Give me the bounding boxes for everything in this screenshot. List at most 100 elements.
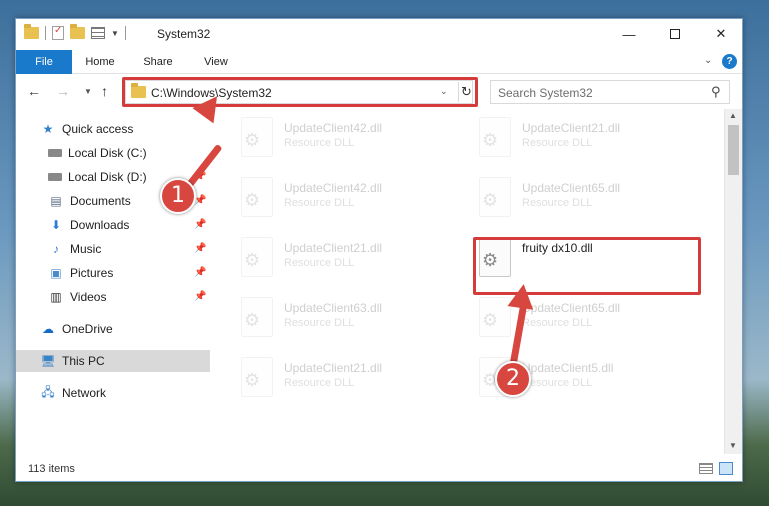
search-input[interactable]: Search System32 ⚲ bbox=[490, 80, 730, 104]
tab-home[interactable]: Home bbox=[78, 50, 122, 74]
file-type: Resource DLL bbox=[522, 377, 593, 389]
file-type: Resource DLL bbox=[284, 317, 355, 329]
qat-separator bbox=[124, 26, 126, 40]
disk-icon bbox=[48, 173, 62, 181]
onedrive-icon: ☁ bbox=[42, 322, 54, 336]
file-item[interactable]: UpdateClient63.dll Resource DLL bbox=[213, 289, 443, 345]
annotation-arrow-2-head bbox=[507, 282, 537, 310]
help-icon[interactable]: ? bbox=[722, 54, 737, 69]
maximize-button[interactable] bbox=[652, 19, 698, 49]
search-placeholder: Search System32 bbox=[498, 86, 593, 100]
downloads-icon: ⬇ bbox=[50, 218, 62, 232]
file-name: UpdateClient21.dll bbox=[284, 241, 383, 255]
sidebar-item-onedrive[interactable]: ☁ OneDrive bbox=[40, 318, 210, 340]
sidebar-item-label: Downloads bbox=[70, 218, 130, 232]
dll-file-icon bbox=[241, 117, 273, 157]
tab-file[interactable]: File bbox=[16, 50, 72, 74]
sidebar-item-this-pc[interactable]: 🖥 This PC bbox=[16, 350, 210, 372]
file-item[interactable]: UpdateClient42.dll Resource DLL bbox=[213, 109, 443, 165]
file-name: UpdateClient63.dll bbox=[284, 301, 383, 315]
new-folder-icon[interactable] bbox=[70, 24, 85, 39]
sidebar-item-videos[interactable]: ▥ Videos 📌 bbox=[48, 286, 210, 308]
videos-icon: ▥ bbox=[50, 290, 62, 304]
this-pc-icon: 🖥 bbox=[40, 354, 56, 368]
window-title: System32 bbox=[157, 27, 211, 41]
navigation-bar: ← → ▼ ↑ C:\Windows\System32 ⌄ ↻ Search S… bbox=[16, 75, 742, 109]
sidebar-item-label: OneDrive bbox=[62, 322, 113, 336]
close-button[interactable]: ✕ bbox=[698, 19, 744, 49]
file-type: Resource DLL bbox=[284, 137, 355, 149]
scrollbar-thumb[interactable] bbox=[728, 125, 739, 175]
ribbon-tabs: File Home Share View ⌄ ? bbox=[16, 50, 742, 74]
back-arrow-icon[interactable]: ← bbox=[27, 83, 41, 99]
file-name: UpdateClient21.dll bbox=[522, 121, 621, 135]
file-item[interactable]: UpdateClient21.dll Resource DLL bbox=[451, 109, 681, 165]
sidebar-item-downloads[interactable]: ⬇ Downloads 📌 bbox=[48, 214, 210, 236]
sidebar-item-label: Network bbox=[62, 386, 107, 400]
status-bar: 113 items bbox=[16, 457, 742, 481]
customize-qat-chevron-icon[interactable]: ▼ bbox=[111, 29, 119, 38]
details-view-icon[interactable] bbox=[699, 463, 713, 474]
pictures-icon: ▣ bbox=[50, 266, 62, 280]
sidebar-item-local-disk-c[interactable]: Local Disk (C:) bbox=[48, 142, 210, 164]
file-item[interactable]: UpdateClient21.dll Resource DLL bbox=[213, 229, 443, 285]
sidebar-item-network[interactable]: 🖧 Network bbox=[40, 382, 210, 404]
dll-file-icon bbox=[241, 237, 273, 277]
file-type: Resource DLL bbox=[284, 197, 355, 209]
tab-view[interactable]: View bbox=[194, 50, 238, 74]
folder-icon[interactable] bbox=[24, 24, 39, 39]
file-item[interactable]: UpdateClient65.dll Resource DLL bbox=[451, 289, 681, 345]
sidebar-item-label: Local Disk (C:) bbox=[68, 146, 147, 160]
dll-file-icon bbox=[241, 177, 273, 217]
navigation-pane: ★ Quick access Local Disk (C:) Local Dis… bbox=[16, 109, 212, 454]
tab-share[interactable]: Share bbox=[136, 50, 180, 74]
vertical-scrollbar[interactable]: ▲ ▼ bbox=[724, 109, 742, 454]
file-name: UpdateClient42.dll bbox=[284, 121, 383, 135]
pin-icon[interactable]: 📌 bbox=[194, 219, 206, 230]
sidebar-item-music[interactable]: ♪ Music 📌 bbox=[48, 238, 210, 260]
dll-file-icon bbox=[479, 117, 511, 157]
sidebar-item-pictures[interactable]: ▣ Pictures 📌 bbox=[48, 262, 210, 284]
file-name: UpdateClient21.dll bbox=[284, 361, 383, 375]
file-item[interactable]: UpdateClient65.dll Resource DLL bbox=[451, 169, 681, 225]
scroll-down-arrow-icon[interactable]: ▼ bbox=[729, 441, 737, 450]
file-item[interactable]: UpdateClient5.dll Resource DLL bbox=[451, 349, 681, 405]
pin-icon[interactable]: 📌 bbox=[194, 267, 206, 278]
quick-access-toolbar: ▼ bbox=[24, 24, 126, 40]
up-arrow-icon[interactable]: ↑ bbox=[101, 83, 108, 99]
file-type: Resource DLL bbox=[284, 377, 355, 389]
qat-separator bbox=[45, 26, 46, 40]
annotation-marker-1: 1 bbox=[160, 178, 196, 214]
file-type: Resource DLL bbox=[522, 197, 593, 209]
expand-ribbon-chevron-icon[interactable]: ⌄ bbox=[704, 55, 712, 66]
file-type: Resource DLL bbox=[522, 317, 593, 329]
search-icon[interactable]: ⚲ bbox=[711, 84, 721, 100]
view-toggle-icon[interactable] bbox=[91, 27, 105, 39]
dll-file-icon bbox=[479, 177, 511, 217]
disk-icon bbox=[48, 149, 62, 157]
pin-icon[interactable]: 📌 bbox=[194, 291, 206, 302]
dll-file-icon bbox=[241, 357, 273, 397]
file-name: UpdateClient42.dll bbox=[284, 181, 383, 195]
file-item[interactable]: UpdateClient21.dll Resource DLL bbox=[213, 349, 443, 405]
file-item[interactable]: UpdateClient42.dll Resource DLL bbox=[213, 169, 443, 225]
documents-icon: ▤ bbox=[50, 194, 62, 208]
pin-icon[interactable]: 📌 bbox=[194, 243, 206, 254]
annotation-highlight-address bbox=[122, 77, 478, 107]
minimize-button[interactable]: — bbox=[606, 19, 652, 49]
file-explorer-window: ▼ System32 — ✕ File Home Share View ⌄ ? … bbox=[15, 18, 743, 482]
forward-arrow-icon[interactable]: → bbox=[56, 83, 70, 99]
scroll-up-arrow-icon[interactable]: ▲ bbox=[729, 111, 737, 120]
large-icons-view-icon[interactable] bbox=[719, 462, 733, 475]
minimize-icon: — bbox=[622, 26, 636, 42]
sidebar-item-quick-access[interactable]: ★ Quick access bbox=[40, 118, 210, 140]
sidebar-item-label: Quick access bbox=[62, 122, 134, 136]
recent-locations-chevron-icon[interactable]: ▼ bbox=[84, 87, 92, 96]
annotation-marker-2: 2 bbox=[495, 361, 531, 397]
file-type: Resource DLL bbox=[284, 257, 355, 269]
properties-icon[interactable] bbox=[52, 25, 64, 40]
dll-file-icon bbox=[241, 297, 273, 337]
star-icon: ★ bbox=[42, 122, 54, 136]
file-name: UpdateClient65.dll bbox=[522, 301, 621, 315]
sidebar-item-label: This PC bbox=[62, 354, 105, 368]
